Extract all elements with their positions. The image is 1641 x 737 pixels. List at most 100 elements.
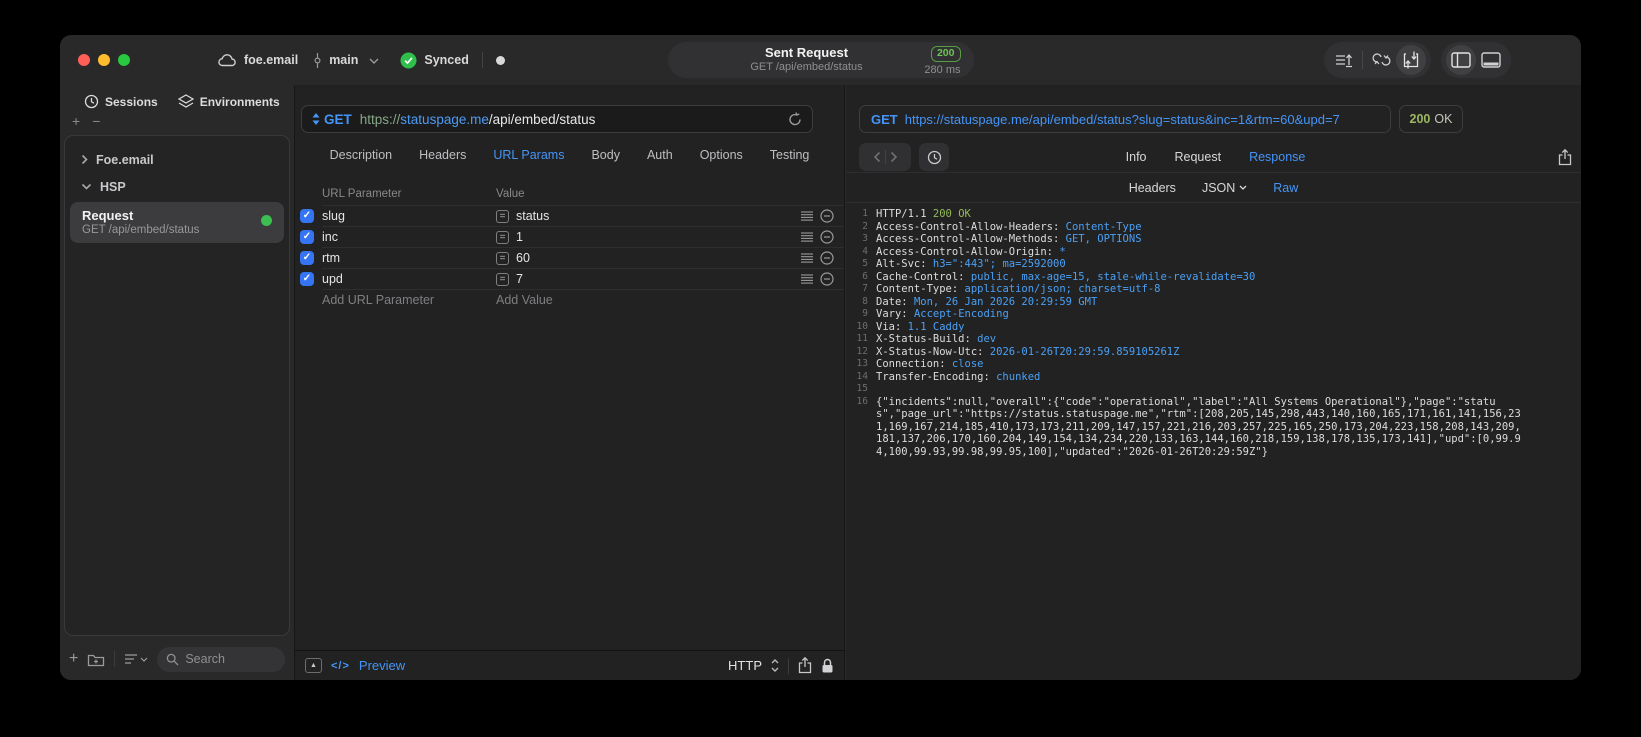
tree-group-label: Foe.email [96,152,154,167]
history-nav [859,143,911,171]
tab-headers[interactable]: Headers [419,148,466,162]
close-window-button[interactable] [78,54,90,66]
add-request-button[interactable]: + [69,651,78,667]
subtab-json-label: JSON [1201,180,1236,195]
equals-icon: = [496,251,509,265]
tab-body[interactable]: Body [591,148,620,162]
tab-sessions[interactable]: Sessions [84,94,158,109]
back-button[interactable] [873,151,881,163]
forward-button[interactable] [890,151,898,163]
remove-icon[interactable] [820,272,834,286]
add-session-button[interactable]: + [72,114,80,128]
branch-name[interactable]: main [329,53,358,67]
tab-info[interactable]: Info [1126,150,1147,164]
param-value[interactable]: 7 [516,272,523,286]
sidebar-item-request[interactable]: Request GET /api/embed/status [70,202,284,243]
collapse-icon[interactable]: ▲ [305,658,322,673]
response-line: 9 Vary: Accept-Encoding [862,308,1009,320]
bottom-panel-toggle-button[interactable] [1476,45,1506,75]
add-value-placeholder[interactable]: Add Value [496,293,553,307]
project-name[interactable]: foe.email [244,53,298,67]
subtab-raw[interactable]: Raw [1273,181,1298,195]
method-stepper-icon[interactable] [312,113,320,125]
param-value[interactable]: 60 [516,251,530,265]
param-name[interactable]: rtm [322,251,496,265]
lock-icon[interactable] [821,658,834,674]
tree-group-hsp[interactable]: HSP [65,173,289,200]
response-panel: GET https://statuspage.me/api/embed/stat… [846,85,1581,680]
reorder-icon[interactable] [801,253,813,263]
reorder-icon[interactable] [801,211,813,221]
chevron-down-icon [81,183,92,190]
share-icon[interactable] [1558,148,1572,166]
cloud-icon [218,53,237,67]
param-row-inc[interactable]: ✓ inc = 1 [295,227,844,247]
tab-testing[interactable]: Testing [770,148,810,162]
reorder-icon[interactable] [801,274,813,284]
zoom-window-button[interactable] [118,54,130,66]
tab-response[interactable]: Response [1249,150,1305,164]
param-row-rtm[interactable]: ✓ rtm = 60 [295,248,844,268]
tab-auth[interactable]: Auth [647,148,673,162]
param-checkbox[interactable]: ✓ [300,230,314,244]
tab-options[interactable]: Options [700,148,743,162]
chevron-down-icon [1239,185,1247,190]
param-value[interactable]: 1 [516,230,523,244]
tab-description[interactable]: Description [330,148,393,162]
chevron-right-icon [81,154,88,165]
share-icon[interactable] [798,657,812,674]
compare-button[interactable] [1366,45,1396,75]
folder-add-icon[interactable] [87,652,105,667]
param-name[interactable]: slug [322,209,496,223]
request-method[interactable]: GET [324,112,352,127]
subtab-headers[interactable]: Headers [1129,181,1176,195]
add-param-row[interactable]: Add URL Parameter Add Value [295,290,844,310]
search-input[interactable]: Search [157,646,285,672]
response-line: 8 Date: Mon, 26 Jan 2026 20:29:59 GMT [862,295,1098,308]
response-line: 10 Via: 1.1 Caddy [856,320,965,333]
toolbar-divider [1362,51,1363,69]
minimize-window-button[interactable] [98,54,110,66]
remove-icon[interactable] [820,251,834,265]
reorder-icon[interactable] [801,232,813,242]
http-selector[interactable]: HTTP [728,658,762,673]
request-url-bar[interactable]: GET https://statuspage.me/api/embed/stat… [301,105,813,133]
refresh-icon[interactable] [788,111,802,127]
response-raw-view[interactable]: 1 HTTP/1.1 200 OK 2 Access-Control-Allow-He… [846,203,1581,680]
remove-icon[interactable] [820,230,834,244]
response-method: GET [871,111,898,127]
request-status-pill[interactable]: Sent Request GET /api/embed/status 200 2… [667,42,974,78]
sync-status[interactable]: Synced [424,53,468,67]
response-line: 5 Alt-Svc: h3=":443"; ma=2592000 [862,258,1066,270]
param-checkbox[interactable]: ✓ [300,209,314,223]
param-checkbox[interactable]: ✓ [300,251,314,265]
subtab-json-select[interactable]: JSON [1202,181,1247,195]
param-row-slug[interactable]: ✓ slug = status [295,206,844,226]
param-value[interactable]: status [516,209,549,223]
sent-request-url[interactable]: GET https://statuspage.me/api/embed/stat… [859,105,1391,133]
send-receive-button[interactable] [1396,45,1426,75]
preview-button[interactable]: Preview [359,658,405,673]
tree-group-foe-email[interactable]: Foe.email [65,146,289,173]
param-row-upd[interactable]: ✓ upd = 7 [295,269,844,289]
sidebar-toggle-button[interactable] [1446,45,1476,75]
tab-url-params[interactable]: URL Params [493,148,564,162]
branch-icon [313,52,322,68]
tab-environments[interactable]: Environments [177,94,280,109]
remove-session-button[interactable]: − [92,114,100,128]
param-checkbox[interactable]: ✓ [300,272,314,286]
duration-label: 280 ms [924,64,961,77]
import-list-button[interactable] [1329,45,1359,75]
param-name[interactable]: upd [322,272,496,286]
updown-icon[interactable] [771,659,779,672]
response-line: 6 Cache-Control: public, max-age=15, stal… [862,270,1256,283]
chevron-down-icon[interactable] [369,58,379,64]
list-sort-icon[interactable] [124,653,148,665]
response-tabs: Info Request Response [1126,150,1306,164]
remove-icon[interactable] [820,209,834,223]
tab-request[interactable]: Request [1175,150,1222,164]
param-name[interactable]: inc [322,230,496,244]
footer-divider [788,657,789,674]
history-button[interactable] [919,143,949,171]
add-param-placeholder[interactable]: Add URL Parameter [322,293,496,307]
